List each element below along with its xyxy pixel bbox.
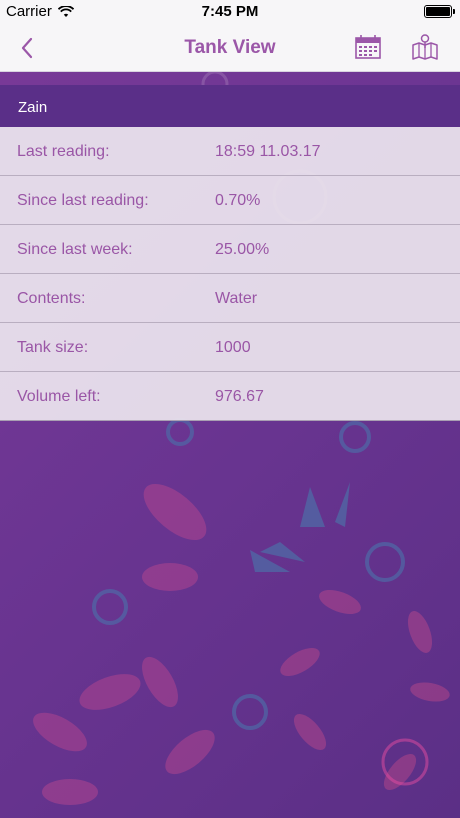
status-bar: Carrier 7:45 PM — [0, 0, 460, 24]
detail-value: Water — [215, 290, 258, 307]
navigation-bar: Tank View — [0, 24, 460, 72]
detail-label: Contents: — [17, 290, 86, 307]
detail-row-since-last-reading: Since last reading: 0.70% — [0, 176, 460, 225]
detail-value: 25.00% — [215, 241, 270, 258]
calendar-icon[interactable] — [354, 33, 382, 61]
detail-row-tank-size: Tank size: 1000 — [0, 323, 460, 372]
tank-owner-header: Zain — [0, 85, 460, 127]
detail-row-since-last-week: Since last week: 25.00% — [0, 225, 460, 274]
detail-row-last-reading: Last reading: 18:59 11.03.17 — [0, 127, 460, 176]
battery-icon — [424, 5, 455, 18]
map-icon[interactable] — [411, 33, 439, 61]
detail-label: Last reading: — [17, 143, 110, 160]
clock: 7:45 PM — [201, 3, 259, 20]
detail-label: Since last reading: — [17, 192, 149, 209]
tank-details-list: Last reading: 18:59 11.03.17 Since last … — [0, 127, 460, 421]
detail-value: 0.70% — [215, 192, 261, 209]
page-title: Tank View — [184, 37, 276, 58]
detail-row-contents: Contents: Water — [0, 274, 460, 323]
detail-value: 18:59 11.03.17 — [215, 143, 321, 160]
owner-name: Zain — [18, 99, 48, 116]
detail-label: Volume left: — [17, 388, 101, 405]
detail-row-volume-left: Volume left: 976.67 — [0, 372, 460, 421]
detail-value: 1000 — [215, 339, 251, 356]
detail-value: 976.67 — [215, 388, 264, 405]
detail-label: Tank size: — [17, 339, 89, 356]
detail-label: Since last week: — [17, 241, 133, 258]
